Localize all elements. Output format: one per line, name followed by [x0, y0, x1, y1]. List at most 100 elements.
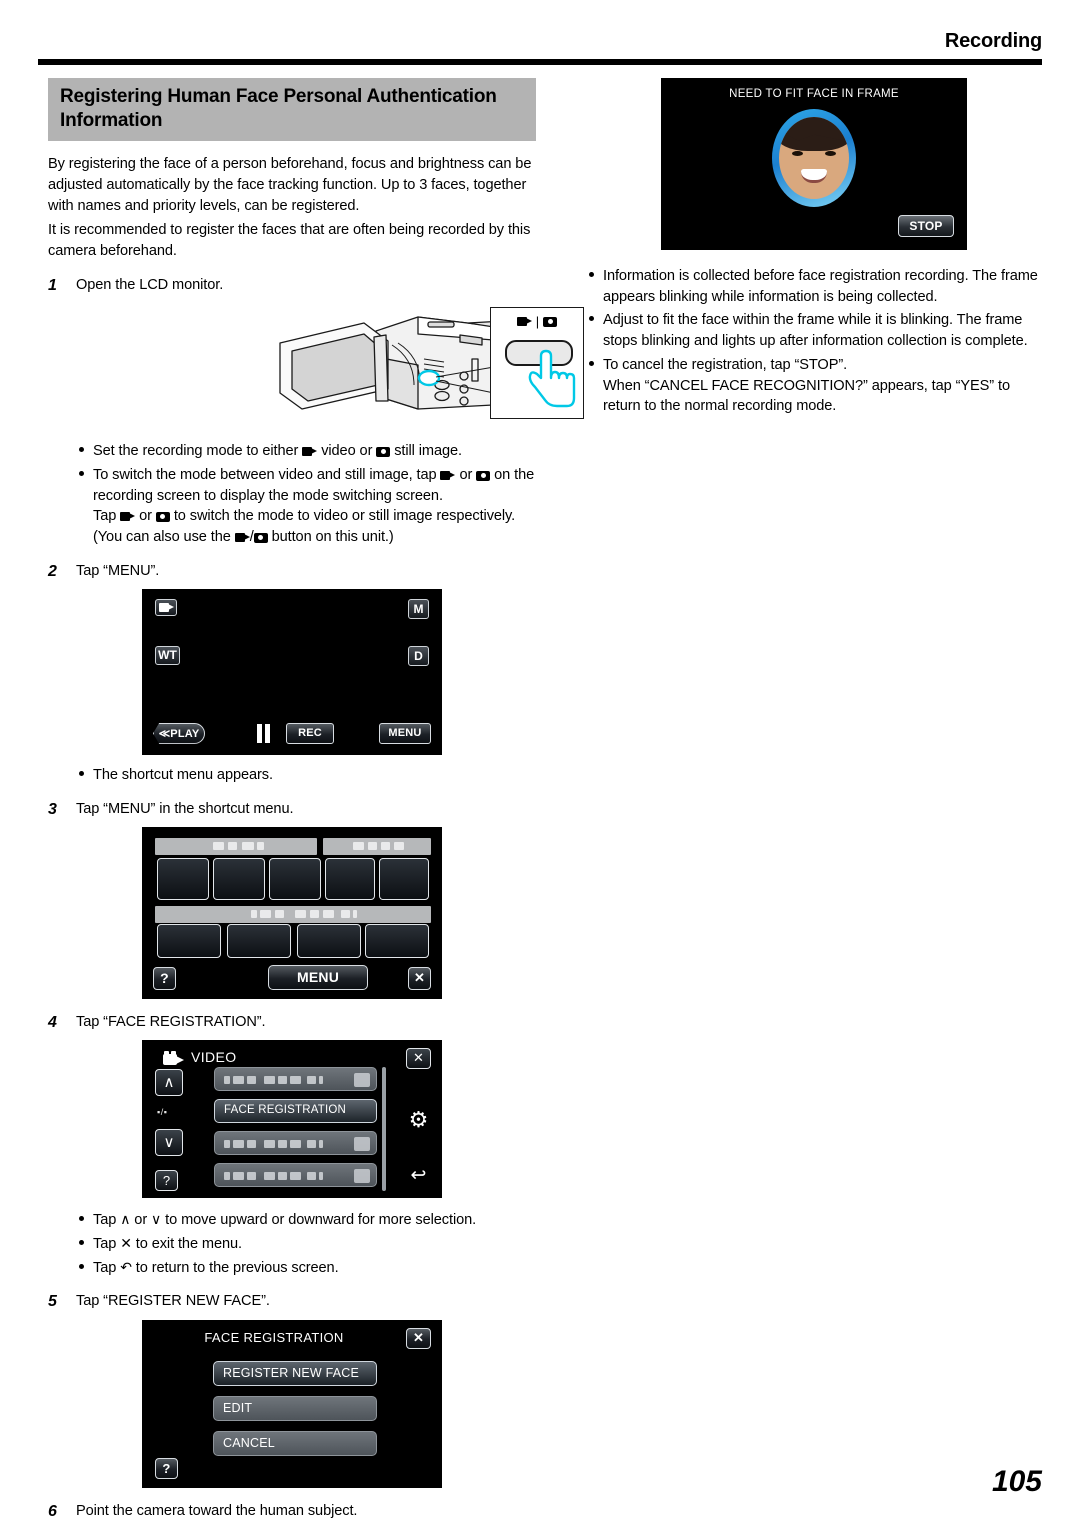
step-6-text: Point the camera toward the human subjec…	[76, 1502, 358, 1519]
close-icon[interactable]: ✕	[406, 1047, 431, 1069]
pointing-hand-icon	[528, 350, 576, 408]
video-mode-icon	[163, 1050, 185, 1066]
shortcut-tile[interactable]	[297, 923, 361, 958]
rec-button[interactable]: REC	[286, 722, 334, 744]
switch-text-e: or	[135, 508, 156, 525]
video-menu-screen-mock: VIDEO ✕ FACE REGISTRATION ∧ ▪/▪ ∨ ? ⚙ ↩	[142, 1039, 442, 1198]
switch-text-b: or	[455, 466, 477, 483]
shortcut-tile[interactable]	[213, 857, 265, 900]
bullet-text: Information is collected before face reg…	[603, 268, 1038, 305]
display-button[interactable]: D	[408, 645, 429, 666]
stop-button[interactable]: STOP	[898, 215, 954, 237]
chevron-down-icon: ∨	[151, 1211, 162, 1228]
menu-item-face-registration[interactable]: FACE REGISTRATION	[214, 1098, 377, 1123]
right-column-bullets: Information is collected before face reg…	[586, 266, 1042, 417]
step-4-text: Tap “FACE REGISTRATION”.	[76, 1013, 266, 1030]
menu-button[interactable]: MENU	[268, 964, 368, 990]
register-new-face-button[interactable]: REGISTER NEW FACE	[213, 1360, 377, 1386]
bullet-exit-hint: Tap ✕ to exit the menu.	[76, 1234, 536, 1255]
menu-item[interactable]	[214, 1162, 377, 1187]
step-6: 6 Point the camera toward the human subj…	[48, 1501, 536, 1523]
recording-screen-mock: M WT D ≪PLAY REC MENU	[142, 588, 442, 755]
mode-button-highlight	[417, 370, 441, 387]
video-mode-icon[interactable]	[155, 598, 177, 616]
help-button[interactable]: ?	[155, 1169, 178, 1191]
shortcut-tile[interactable]	[379, 857, 429, 900]
scroll-up-button[interactable]: ∧	[155, 1068, 183, 1096]
menu-heading: VIDEO	[191, 1048, 237, 1065]
back-hint-b: to return to the previous screen.	[131, 1259, 339, 1276]
shortcut-tile[interactable]	[157, 857, 209, 900]
switch-text-g: (You can also use the	[93, 529, 235, 546]
menu-item-value-chip	[354, 1136, 370, 1151]
play-button[interactable]: ≪PLAY	[153, 722, 205, 744]
shortcut-tile[interactable]	[269, 857, 321, 900]
bullet-adjust-face: Adjust to fit the face within the frame …	[586, 310, 1042, 351]
bullet-text-a: Set the recording mode to either	[93, 443, 303, 460]
shortcut-tile[interactable]	[325, 857, 375, 900]
video-glyph	[158, 602, 174, 613]
step-3-number: 3	[48, 800, 57, 818]
page-indicator: ▪/▪	[157, 1106, 168, 1117]
menu-item[interactable]	[214, 1066, 377, 1091]
step-2: 2 Tap “MENU”.	[48, 561, 536, 583]
exit-hint-a: Tap	[93, 1235, 121, 1252]
bullet-text-c: still image.	[390, 443, 462, 460]
header-rule	[38, 59, 1042, 65]
close-icon[interactable]: ✕	[408, 966, 431, 990]
shortcut-group-label-1	[155, 837, 317, 855]
menu-item-label: FACE REGISTRATION	[224, 1103, 347, 1116]
bullet-cancel-registration: To cancel the registration, tap “STOP”. …	[586, 355, 1042, 417]
exit-hint-b: to exit the menu.	[131, 1235, 242, 1252]
chevron-up-icon: ∧	[120, 1211, 131, 1228]
intro-paragraph-2: It is recommended to register the faces …	[48, 222, 531, 260]
edit-button[interactable]: EDIT	[213, 1395, 377, 1421]
bullet-dot	[76, 465, 93, 548]
menu-item[interactable]	[214, 1130, 377, 1155]
cancel-line-1: To cancel the registration, tap “STOP”.	[603, 356, 848, 373]
bullet-dot	[76, 1210, 93, 1231]
switch-text-d: Tap	[93, 508, 121, 525]
step-4: 4 Tap “FACE REGISTRATION”.	[48, 1012, 536, 1034]
shortcut-tile[interactable]	[157, 923, 221, 958]
close-icon[interactable]: ✕	[406, 1327, 431, 1349]
close-icon: ✕	[120, 1235, 132, 1252]
menu-item-value-chip	[354, 1168, 370, 1183]
back-icon: ↶	[120, 1259, 132, 1276]
step-1-bullets: Set the recording mode to either video o…	[76, 441, 536, 548]
bullet-text: Adjust to fit the face within the frame …	[603, 312, 1028, 350]
menu-button[interactable]: MENU	[379, 722, 431, 744]
help-button[interactable]: ?	[153, 966, 176, 990]
bullet-back-hint: Tap ↶ to return to the previous screen.	[76, 1258, 536, 1279]
switch-text-i: button on this unit.)	[267, 529, 394, 546]
back-icon[interactable]: ↩	[406, 1163, 431, 1188]
face-frame-ring	[772, 109, 856, 207]
still-image-icon	[253, 532, 268, 544]
bullet-scroll-hint: Tap ∧ or ∨ to move upward or downward fo…	[76, 1210, 536, 1231]
page-title: Registering Human Face Personal Authenti…	[48, 78, 536, 141]
menu-item-value-chip	[354, 1072, 370, 1087]
step-2-text: Tap “MENU”.	[76, 562, 160, 579]
bullet-set-recording-mode: Set the recording mode to either video o…	[76, 441, 536, 462]
still-image-icon	[376, 446, 391, 458]
step-4-number: 4	[48, 1013, 57, 1031]
gear-icon[interactable]: ⚙	[406, 1107, 431, 1133]
shortcut-group-label-3	[155, 905, 431, 923]
shortcut-tile[interactable]	[365, 923, 429, 958]
bullet-dot	[76, 441, 93, 462]
zoom-wt-button[interactable]: WT	[155, 645, 180, 665]
scroll-down-button[interactable]: ∨	[155, 1128, 183, 1156]
cancel-button[interactable]: CANCEL	[213, 1430, 377, 1456]
switch-text-f: to switch the mode to video or still ima…	[169, 508, 516, 525]
scrollbar[interactable]	[382, 1066, 386, 1191]
step-2-number: 2	[48, 562, 57, 580]
shortcut-tile[interactable]	[227, 923, 291, 958]
step-5-text: Tap “REGISTER NEW FACE”.	[76, 1293, 270, 1310]
help-button[interactable]: ?	[155, 1457, 178, 1479]
hair	[779, 117, 849, 151]
bullet-dot	[586, 266, 603, 307]
bullet-dot	[76, 1258, 93, 1279]
manual-mode-button[interactable]: M	[408, 598, 429, 619]
shortcut-menu-screen-mock: ? MENU ✕	[142, 826, 442, 999]
bullet-information-collected: Information is collected before face reg…	[586, 266, 1042, 307]
